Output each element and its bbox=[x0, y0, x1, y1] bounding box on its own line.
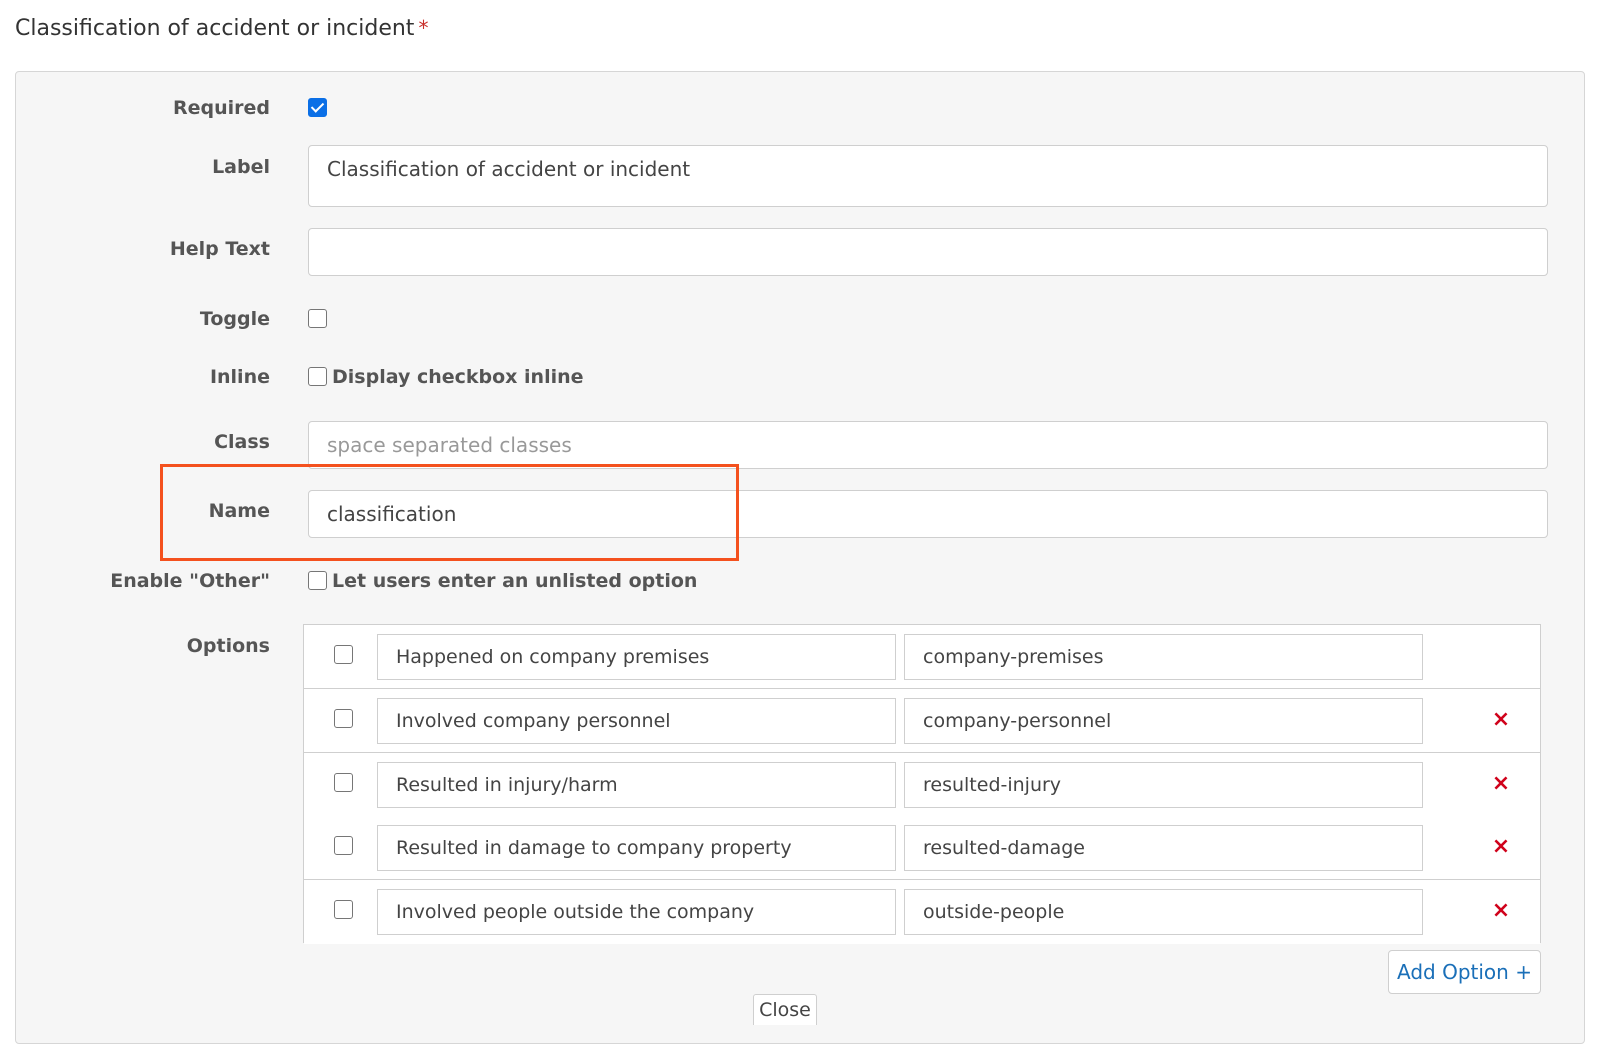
inline-checkbox[interactable] bbox=[308, 367, 327, 386]
add-option-button[interactable]: Add Option + bbox=[1388, 950, 1541, 994]
option-value-input[interactable]: resulted-injury bbox=[904, 762, 1423, 808]
option-default-checkbox[interactable] bbox=[334, 645, 353, 664]
remove-option-icon[interactable]: × bbox=[1491, 773, 1511, 795]
option-row: Resulted in damage to company property r… bbox=[304, 816, 1540, 880]
name-label: Name bbox=[208, 500, 270, 522]
option-row: Resulted in injury/harm resulted-injury … bbox=[304, 753, 1540, 817]
field-title-text: Classification of accident or incident bbox=[15, 16, 415, 41]
inline-checkbox-text: Display checkbox inline bbox=[332, 366, 584, 388]
field-title: Classification of accident or incident * bbox=[15, 16, 428, 41]
option-default-checkbox[interactable] bbox=[334, 773, 353, 792]
label-input[interactable]: Classification of accident or incident bbox=[308, 145, 1548, 207]
required-checkbox[interactable] bbox=[308, 98, 327, 117]
enable-other-label: Enable "Other" bbox=[110, 570, 270, 592]
toggle-label: Toggle bbox=[199, 308, 270, 330]
enable-other-checkbox[interactable] bbox=[308, 571, 327, 590]
option-default-checkbox[interactable] bbox=[334, 709, 353, 728]
label-label: Label bbox=[212, 156, 270, 178]
required-marker: * bbox=[418, 16, 429, 40]
option-label-input[interactable]: Happened on company premises bbox=[377, 634, 896, 680]
field-edit-panel: Required Label Classification of acciden… bbox=[15, 71, 1585, 1044]
option-label-input[interactable]: Involved company personnel bbox=[377, 698, 896, 744]
option-value-input[interactable]: outside-people bbox=[904, 889, 1423, 935]
options-label: Options bbox=[186, 635, 270, 657]
help-text-input[interactable] bbox=[308, 228, 1548, 276]
close-button[interactable]: Close bbox=[753, 994, 817, 1025]
class-label: Class bbox=[214, 431, 270, 453]
option-value-input[interactable]: company-personnel bbox=[904, 698, 1423, 744]
option-row: Involved people outside the company outs… bbox=[304, 880, 1540, 944]
enable-other-checkbox-text: Let users enter an unlisted option bbox=[332, 570, 698, 592]
inline-label: Inline bbox=[209, 366, 270, 388]
remove-option-icon[interactable]: × bbox=[1491, 900, 1511, 922]
option-row: Involved company personnel company-perso… bbox=[304, 689, 1540, 753]
name-input[interactable]: classification bbox=[308, 490, 1548, 538]
remove-option-icon[interactable]: × bbox=[1491, 709, 1511, 731]
option-value-input[interactable]: company-premises bbox=[904, 634, 1423, 680]
class-input[interactable]: space separated classes bbox=[308, 421, 1548, 469]
toggle-checkbox[interactable] bbox=[308, 309, 327, 328]
option-default-checkbox[interactable] bbox=[334, 836, 353, 855]
help-text-label: Help Text bbox=[169, 238, 270, 260]
option-default-checkbox[interactable] bbox=[334, 900, 353, 919]
options-list: Happened on company premises company-pre… bbox=[303, 624, 1541, 944]
required-label: Required bbox=[172, 97, 270, 119]
remove-option-icon[interactable]: × bbox=[1491, 836, 1511, 858]
option-label-input[interactable]: Resulted in injury/harm bbox=[377, 762, 896, 808]
option-value-input[interactable]: resulted-damage bbox=[904, 825, 1423, 871]
option-row: Happened on company premises company-pre… bbox=[304, 625, 1540, 689]
option-label-input[interactable]: Resulted in damage to company property bbox=[377, 825, 896, 871]
option-label-input[interactable]: Involved people outside the company bbox=[377, 889, 896, 935]
